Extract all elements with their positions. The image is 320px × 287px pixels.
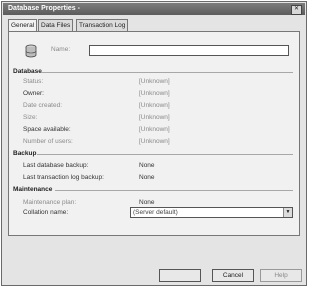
number-of-users-label: Number of users: [23, 138, 73, 145]
status-value: [Unknown] [139, 78, 170, 85]
date-created-value: [Unknown] [139, 102, 170, 109]
size-value: [Unknown] [139, 114, 170, 121]
window-title: Database Properties - [8, 5, 80, 12]
tab-transaction-log[interactable]: Transaction Log [76, 19, 129, 31]
section-database-heading: Database [13, 68, 42, 75]
last-database-backup-value: None [139, 162, 155, 169]
name-field[interactable] [89, 45, 289, 56]
last-database-backup-label: Last database backup: [23, 162, 89, 169]
maintenance-plan-label: Maintenance plan: [23, 199, 77, 206]
collation-name-dropdown[interactable]: (Server default) ▼ [130, 207, 293, 218]
section-backup-heading: Backup [13, 150, 37, 157]
collation-name-value: (Server default) [133, 209, 178, 216]
owner-label: Owner: [23, 90, 44, 97]
space-available-value: [Unknown] [139, 126, 170, 133]
tab-data-files[interactable]: Data Files [38, 19, 74, 31]
collation-name-label: Collation name: [23, 209, 69, 216]
date-created-label: Date created: [23, 102, 63, 109]
last-log-backup-label: Last transaction log backup: [23, 174, 104, 181]
database-icon [25, 44, 37, 58]
last-log-backup-value: None [139, 174, 155, 181]
size-label: Size: [23, 114, 38, 121]
section-divider [55, 190, 293, 191]
close-icon[interactable]: ✕ [291, 5, 302, 15]
name-label: Name: [51, 46, 71, 53]
space-available-label: Space available: [23, 126, 71, 133]
chevron-down-icon[interactable]: ▼ [283, 208, 292, 217]
section-divider [37, 154, 293, 155]
database-properties-window: Database Properties - ✕ General Data Fil… [1, 1, 307, 286]
number-of-users-value: [Unknown] [139, 138, 170, 145]
title-bar[interactable]: Database Properties - ✕ [3, 3, 305, 15]
general-tab-panel: Name: Database Status: [Unknown] Owner: … [8, 31, 300, 236]
owner-value: [Unknown] [139, 90, 170, 97]
ok-button[interactable] [159, 269, 201, 282]
section-divider [41, 72, 293, 73]
help-button[interactable]: Help [260, 269, 302, 282]
status-label: Status: [23, 78, 44, 85]
section-maintenance-heading: Maintenance [13, 186, 53, 193]
maintenance-plan-value: None [139, 199, 155, 206]
cancel-button[interactable]: Cancel [212, 269, 254, 282]
